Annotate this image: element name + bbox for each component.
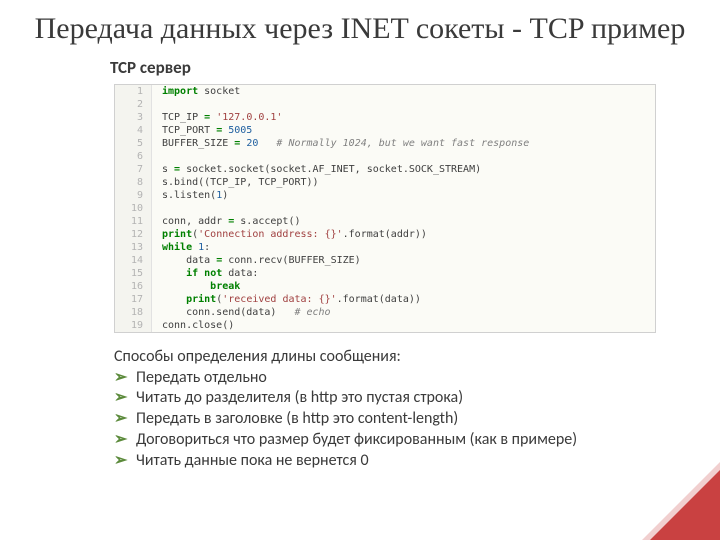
- line-number: 13: [115, 241, 152, 254]
- line-number: 6: [115, 150, 152, 163]
- code-content: print('received data: {}'.format(data)): [152, 293, 530, 306]
- line-number: 3: [115, 111, 152, 124]
- code-line: 3TCP_IP = '127.0.0.1': [115, 111, 529, 124]
- code-content: TCP_IP = '127.0.0.1': [152, 111, 530, 124]
- code-content: print('Connection address: {}'.format(ad…: [152, 228, 530, 241]
- code-content: [152, 98, 530, 111]
- methods-list: ➢ Передать отдельно ➢ Читать до разделителя…: [114, 368, 690, 472]
- code-block: 1import socket23TCP_IP = '127.0.0.1'4TCP…: [114, 84, 656, 333]
- line-number: 19: [115, 319, 152, 332]
- code-content: [152, 150, 530, 163]
- code-line: 7s = socket.socket(socket.AF_INET, socke…: [115, 163, 529, 176]
- line-number: 4: [115, 124, 152, 137]
- list-item-label: Передать отдельно: [136, 368, 267, 387]
- code-line: 13while 1:: [115, 241, 529, 254]
- methods-heading: Способы определения длины сообщения:: [114, 347, 690, 366]
- subtitle: TCP сервер: [110, 57, 690, 78]
- list-item-label: Договориться что размер будет фиксирован…: [136, 430, 577, 449]
- line-number: 11: [115, 215, 152, 228]
- line-number: 7: [115, 163, 152, 176]
- list-item-label: Читать до разделителя (в http это пустая…: [136, 388, 463, 407]
- page-title: Передача данных через INET сокеты - TCP …: [30, 12, 690, 47]
- code-line: 5BUFFER_SIZE = 20 # Normally 1024, but w…: [115, 137, 529, 150]
- code-line: 11conn, addr = s.accept(): [115, 215, 529, 228]
- line-number: 8: [115, 176, 152, 189]
- code-line: 2: [115, 98, 529, 111]
- code-content: import socket: [152, 85, 530, 98]
- line-number: 16: [115, 280, 152, 293]
- line-number: 18: [115, 306, 152, 319]
- code-content: s = socket.socket(socket.AF_INET, socket…: [152, 163, 530, 176]
- code-content: TCP_PORT = 5005: [152, 124, 530, 137]
- code-line: 8s.bind((TCP_IP, TCP_PORT)): [115, 176, 529, 189]
- bullet-arrow-icon: ➢: [114, 409, 127, 430]
- line-number: 14: [115, 254, 152, 267]
- list-item: ➢ Читать данные пока не вернется 0: [114, 451, 690, 472]
- code-content: s.listen(1): [152, 189, 530, 202]
- list-item: ➢ Передать в заголовке (в http это conten…: [114, 409, 690, 430]
- code-content: [152, 202, 530, 215]
- list-item: ➢ Читать до разделителя (в http это пуста…: [114, 388, 690, 409]
- list-item-label: Передать в заголовке (в http это content…: [136, 409, 458, 428]
- line-number: 9: [115, 189, 152, 202]
- code-content: conn.close(): [152, 319, 530, 332]
- code-line: 12print('Connection address: {}'.format(…: [115, 228, 529, 241]
- code-line: 10: [115, 202, 529, 215]
- bullet-arrow-icon: ➢: [114, 368, 127, 389]
- code-content: s.bind((TCP_IP, TCP_PORT)): [152, 176, 530, 189]
- line-number: 15: [115, 267, 152, 280]
- code-line: 1import socket: [115, 85, 529, 98]
- line-number: 17: [115, 293, 152, 306]
- line-number: 10: [115, 202, 152, 215]
- list-item-label: Читать данные пока не вернется 0: [136, 451, 369, 470]
- code-line: 19conn.close(): [115, 319, 529, 332]
- bullet-arrow-icon: ➢: [114, 430, 127, 451]
- code-content: BUFFER_SIZE = 20 # Normally 1024, but we…: [152, 137, 530, 150]
- code-line: 4TCP_PORT = 5005: [115, 124, 529, 137]
- code-content: conn, addr = s.accept(): [152, 215, 530, 228]
- line-number: 12: [115, 228, 152, 241]
- bullet-arrow-icon: ➢: [114, 451, 127, 472]
- line-number: 5: [115, 137, 152, 150]
- code-line: 18 conn.send(data) # echo: [115, 306, 529, 319]
- code-content: conn.send(data) # echo: [152, 306, 530, 319]
- list-item: ➢ Передать отдельно: [114, 368, 690, 389]
- code-content: while 1:: [152, 241, 530, 254]
- code-line: 16 break: [115, 280, 529, 293]
- code-content: if not data:: [152, 267, 530, 280]
- line-number: 2: [115, 98, 152, 111]
- list-item: ➢ Договориться что размер будет фиксирова…: [114, 430, 690, 451]
- code-line: 14 data = conn.recv(BUFFER_SIZE): [115, 254, 529, 267]
- slide: Передача данных через INET сокеты - TCP …: [0, 0, 720, 540]
- code-table: 1import socket23TCP_IP = '127.0.0.1'4TCP…: [115, 85, 529, 332]
- code-line: 15 if not data:: [115, 267, 529, 280]
- code-content: data = conn.recv(BUFFER_SIZE): [152, 254, 530, 267]
- code-line: 9s.listen(1): [115, 189, 529, 202]
- corner-decoration: [650, 470, 720, 540]
- code-line: 6: [115, 150, 529, 163]
- bullet-arrow-icon: ➢: [114, 388, 127, 409]
- line-number: 1: [115, 85, 152, 98]
- code-line: 17 print('received data: {}'.format(data…: [115, 293, 529, 306]
- code-content: break: [152, 280, 530, 293]
